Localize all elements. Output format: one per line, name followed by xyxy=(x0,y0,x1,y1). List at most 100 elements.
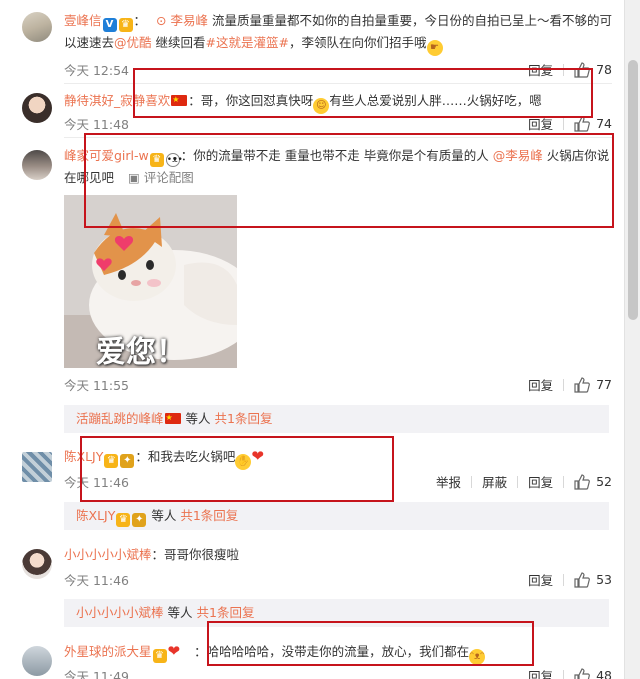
comment-body: 有些人总爱说别人胖……火锅好吃，嗯 xyxy=(329,93,542,108)
comment-meta: 今天 11:49 回复 48 xyxy=(64,666,612,679)
like-button[interactable]: 52 xyxy=(574,473,612,490)
comment-text: 陈XLJY ♛ ✦ ：和我去吃火锅吧 ✋ ❤ xyxy=(64,446,612,470)
sub-replies-bar[interactable]: 陈XLJY ♛ ✦ 等人 共1条回复 xyxy=(64,502,609,530)
like-count: 77 xyxy=(596,377,612,392)
divider xyxy=(517,475,519,488)
colon-text: ： xyxy=(133,13,147,28)
divider xyxy=(64,83,612,84)
thumbs-up-icon xyxy=(574,667,590,679)
divider xyxy=(471,475,473,488)
reply-button[interactable]: 回复 xyxy=(528,570,553,589)
like-count: 74 xyxy=(596,116,612,131)
scrollbar[interactable] xyxy=(624,0,640,679)
laughing-emoji-icon: ☺ xyxy=(313,98,330,114)
divider xyxy=(563,669,565,679)
sub-replies-bar[interactable]: 活蹦乱跳的峰峰 等人 共1条回复 xyxy=(64,405,609,433)
sub-reply-suffix: 等人 xyxy=(185,411,211,426)
username-link[interactable]: 外星球的派大星 xyxy=(64,644,152,659)
avatar[interactable] xyxy=(22,646,52,676)
timestamp: 今天 11:55 xyxy=(64,378,129,393)
reply-button[interactable]: 回复 xyxy=(528,472,553,491)
comment-text: 壹峰信 V ♛： ⊙ 李易峰 流量质量重量都不如你的自拍量重要，今日份的自拍已呈上～… xyxy=(64,10,612,56)
comment-meta: 今天 11:46 举报 屏蔽 回复 52 xyxy=(64,472,612,490)
crown-icon: ♛ xyxy=(149,153,164,167)
comment-body: ：你的流量带不走 重量也带不走 毕竟你是个有质量的人 xyxy=(180,148,489,163)
block-button[interactable]: 屏蔽 xyxy=(482,472,507,491)
like-count: 53 xyxy=(596,572,612,587)
comment-body: 继续回看 xyxy=(155,35,206,50)
image-icon: ▣ xyxy=(128,170,140,185)
view-replies-link[interactable]: 共1条回复 xyxy=(180,508,238,523)
avatar[interactable] xyxy=(22,452,52,482)
thumbs-up-icon xyxy=(574,115,590,132)
hashtag-link[interactable]: #这就是灌篮# xyxy=(206,35,289,50)
mention-name: 李易峰 xyxy=(170,13,208,28)
like-button[interactable]: 48 xyxy=(574,667,612,679)
comment-body: ：和我去吃火锅吧 xyxy=(135,449,236,464)
medal-icon: ✦ xyxy=(120,454,135,468)
sub-reply-user-link[interactable]: 陈XLJY xyxy=(76,508,115,523)
thumbs-up-icon xyxy=(574,571,590,588)
mention-link[interactable]: @李易峰 xyxy=(493,148,543,163)
timestamp: 今天 11:46 xyxy=(64,475,129,490)
reply-button[interactable]: 回复 xyxy=(528,375,553,394)
comment-body: ：哥哥你很瘦啦 xyxy=(151,547,240,562)
comment-image-link[interactable]: ▣ 评论配图 xyxy=(128,170,194,185)
mention-link[interactable]: @优酷 xyxy=(114,35,152,50)
divider xyxy=(563,475,565,488)
view-replies-link[interactable]: 共1条回复 xyxy=(215,411,273,426)
reply-button[interactable]: 回复 xyxy=(528,60,553,79)
avatar[interactable] xyxy=(22,549,52,579)
username-link[interactable]: 陈XLJY xyxy=(64,449,103,464)
medal-icon: ✦ xyxy=(132,513,147,527)
username-link[interactable]: 静待淇好_寂静喜欢 xyxy=(64,93,170,108)
username-link[interactable]: 峰家可爱girl-w xyxy=(64,148,149,163)
china-flag-icon xyxy=(164,411,181,425)
mention-link[interactable]: ⊙ 李易峰 xyxy=(156,13,208,28)
sub-reply-suffix: 等人 xyxy=(167,605,193,620)
timestamp: 今天 11:48 xyxy=(64,117,129,132)
scrollbar-thumb[interactable] xyxy=(628,60,638,320)
like-button[interactable]: 78 xyxy=(574,61,612,78)
comment-text: 小小小小小斌棒：哥哥你很瘦啦 xyxy=(64,544,612,565)
comment-image-label: 评论配图 xyxy=(143,170,194,185)
crown-icon: ♛ xyxy=(152,649,167,663)
china-flag-icon xyxy=(171,93,188,107)
thumbs-up-icon xyxy=(574,473,590,490)
comment-meta: 今天 11:55 回复 77 xyxy=(64,375,612,393)
comment-body: ：哥，你这回怼真快呀 xyxy=(188,93,314,108)
wave-emoji-icon: ☛ xyxy=(426,40,443,56)
crown-icon: ♛ xyxy=(118,18,133,32)
verified-icon: V xyxy=(102,18,117,32)
like-button[interactable]: 53 xyxy=(574,571,612,588)
reply-button[interactable]: 回复 xyxy=(528,666,553,679)
like-button[interactable]: 77 xyxy=(574,376,612,393)
divider xyxy=(563,117,565,130)
reply-button[interactable]: 回复 xyxy=(528,114,553,133)
sub-reply-user-link[interactable]: 活蹦乱跳的峰峰 xyxy=(76,411,164,426)
avatar[interactable] xyxy=(22,12,52,42)
panda-icon: •ᴥ• xyxy=(165,153,183,167)
sub-reply-suffix: 等人 xyxy=(151,508,177,523)
comment-text: 静待淇好_寂静喜欢 ：哥，你这回怼真快呀☺有些人总爱说别人胖……火锅好吃，嗯 xyxy=(64,90,612,114)
sub-reply-user-link[interactable]: 小小小小小斌棒 xyxy=(76,605,164,620)
comment-text: 峰家可爱girl-w ♛ •ᴥ•：你的流量带不走 重量也带不走 毕竟你是个有质量的人… xyxy=(64,145,612,188)
view-replies-link[interactable]: 共1条回复 xyxy=(197,605,255,620)
comment-meta: 今天 12:54 回复 78 xyxy=(64,60,612,78)
avatar[interactable] xyxy=(22,150,52,180)
username-link[interactable]: 壹峰信 xyxy=(64,13,102,28)
report-button[interactable]: 举报 xyxy=(436,472,461,491)
like-button[interactable]: 74 xyxy=(574,115,612,132)
heart-icon: ❤ xyxy=(167,642,181,660)
avatar[interactable] xyxy=(22,93,52,123)
handshake-emoji-icon: ✋ xyxy=(235,454,252,470)
comment-meta: 今天 11:46 回复 53 xyxy=(64,570,612,588)
sub-replies-bar[interactable]: 小小小小小斌棒 等人 共1条回复 xyxy=(64,599,609,627)
comment-body: ：哈哈哈哈哈，没带走你的流量，放心，我们都在 xyxy=(194,644,470,659)
thumbs-up-icon xyxy=(574,376,590,393)
thumbs-up-icon xyxy=(574,61,590,78)
comment-photo[interactable]: 爱您！ xyxy=(64,195,237,368)
divider xyxy=(563,63,565,76)
like-count: 52 xyxy=(596,474,612,489)
username-link[interactable]: 小小小小小斌棒 xyxy=(64,547,152,562)
